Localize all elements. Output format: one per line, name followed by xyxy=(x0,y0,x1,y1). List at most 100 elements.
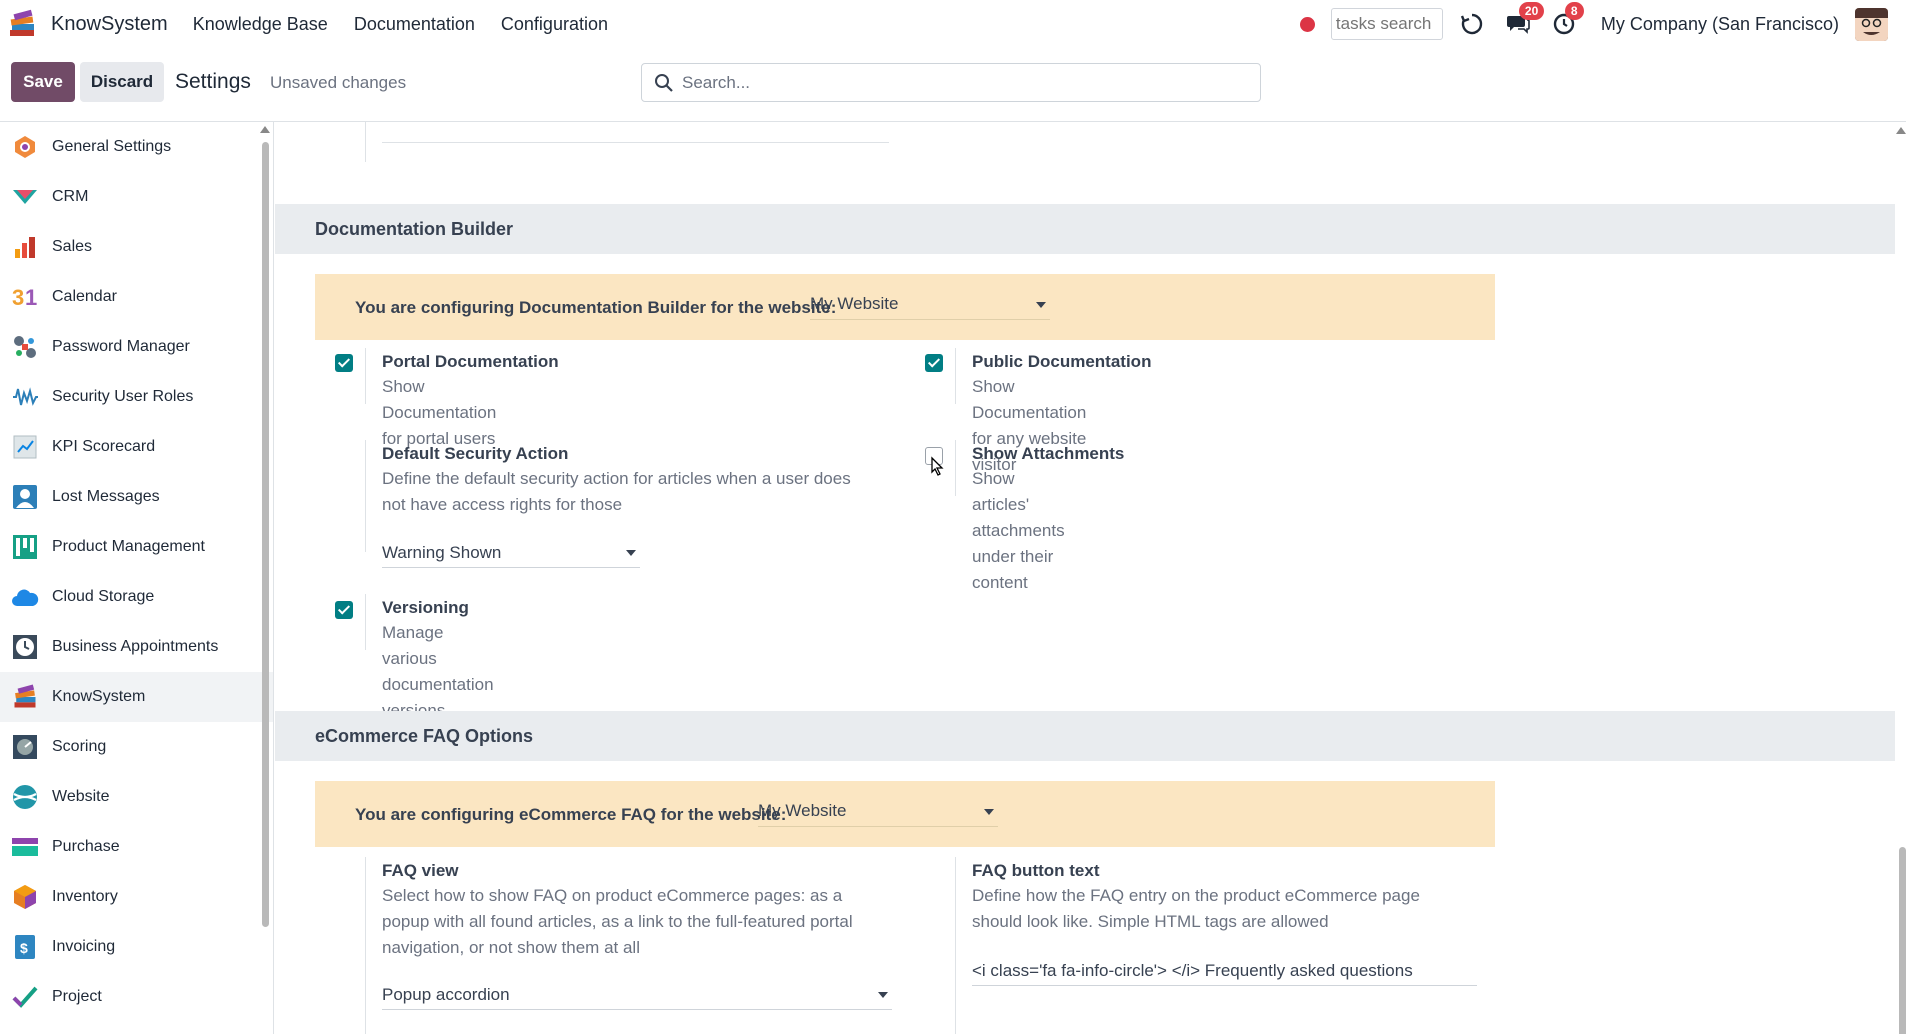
security-user-roles-icon xyxy=(11,383,39,411)
setting-description-line-1: Select how to show FAQ on product eComme… xyxy=(382,886,843,905)
sidebar-item-inventory[interactable]: Inventory xyxy=(0,872,273,922)
website-select[interactable]: My Website xyxy=(810,292,1050,320)
sidebar-item-business-appointments[interactable]: Business Appointments xyxy=(0,622,273,672)
discard-button[interactable]: Discard xyxy=(80,62,164,102)
sidebar-item-purchase[interactable]: Purchase xyxy=(0,822,273,872)
portal-documentation-checkbox[interactable] xyxy=(335,354,353,372)
navbar-systray: 20 8 My Company (San Francisco) xyxy=(1299,0,1906,48)
divider xyxy=(365,122,366,162)
setting-title: FAQ button text xyxy=(972,861,1100,880)
sidebar-item-product-management[interactable]: Product Management xyxy=(0,522,273,572)
divider xyxy=(365,440,366,552)
sidebar-item-label: Inventory xyxy=(52,888,118,905)
top-navbar: KnowSystem Knowledge Base Documentation … xyxy=(0,0,1906,48)
setting-description-line-2: not have access rights for those xyxy=(382,495,623,514)
messages-icon[interactable]: 20 xyxy=(1505,2,1545,37)
page-title: Settings xyxy=(175,70,251,93)
chevron-down-icon xyxy=(626,550,636,556)
setting-description: Manage various documentation versions xyxy=(382,623,494,720)
select-value: Warning Shown xyxy=(382,543,502,562)
setting-description-line-1: Define the default security action for a… xyxy=(382,469,851,488)
default-security-action-select[interactable]: Warning Shown xyxy=(382,540,640,568)
setting-title: Default Security Action xyxy=(382,444,569,463)
sidebar-item-calendar[interactable]: 31 Calendar xyxy=(0,272,273,322)
sidebar-item-label: CRM xyxy=(52,188,89,205)
sidebar-item-scoring[interactable]: Scoring xyxy=(0,722,273,772)
sidebar-item-sales[interactable]: Sales xyxy=(0,222,273,272)
sidebar-item-label: Business Appointments xyxy=(52,638,219,655)
alert-text: You are configuring eCommerce FAQ for th… xyxy=(355,805,787,824)
faq-view-select[interactable]: Popup accordion xyxy=(382,982,892,1010)
search-icon xyxy=(654,73,674,93)
refresh-icon[interactable] xyxy=(1459,11,1485,37)
sidebar-item-label: Product Management xyxy=(52,538,205,555)
control-panel: Save Discard Settings Unsaved changes xyxy=(0,48,1906,122)
sidebar-item-lost-messages[interactable]: Lost Messages xyxy=(0,472,273,522)
sidebar-scroll-up-arrow[interactable] xyxy=(260,126,270,133)
content-scrollbar[interactable] xyxy=(1899,847,1906,1034)
recording-indicator-icon[interactable] xyxy=(1299,16,1315,32)
sidebar-scrollbar[interactable] xyxy=(262,142,269,927)
sidebar-item-project[interactable]: Project xyxy=(0,972,273,1022)
sidebar-item-password-manager[interactable]: Password Manager xyxy=(0,322,273,372)
website-config-alert: You are configuring eCommerce FAQ for th… xyxy=(315,781,1495,847)
sidebar-item-label: Project xyxy=(52,988,102,1005)
sidebar-item-label: Invoicing xyxy=(52,938,116,955)
user-avatar[interactable] xyxy=(1855,7,1888,41)
website-select[interactable]: My Website xyxy=(758,799,998,827)
lost-messages-icon xyxy=(11,483,39,511)
sidebar-item-label: Purchase xyxy=(52,838,120,855)
app-name: KnowSystem xyxy=(51,12,168,35)
website-select-value: My Website xyxy=(758,801,847,820)
activities-badge: 8 xyxy=(1564,2,1584,20)
divider xyxy=(365,857,366,1034)
project-icon xyxy=(11,983,39,1011)
app-brand[interactable]: KnowSystem xyxy=(6,8,168,40)
settings-search-box[interactable] xyxy=(641,63,1261,102)
sidebar-item-cloud-storage[interactable]: Cloud Storage xyxy=(0,572,273,622)
knowsystem-icon xyxy=(11,683,39,711)
crm-icon xyxy=(11,183,39,211)
save-button[interactable]: Save xyxy=(11,62,75,102)
website-select-value: My Website xyxy=(810,294,899,313)
faq-button-text-input[interactable]: <i class='fa fa-info-circle'> </i> Frequ… xyxy=(972,958,1477,986)
setting-description-line-2: should look like. Simple HTML tags are a… xyxy=(972,912,1329,931)
main-menu: Knowledge Base Documentation Configurati… xyxy=(193,14,634,35)
sidebar-item-security-user-roles[interactable]: Security User Roles xyxy=(0,372,273,422)
menu-knowledge-base[interactable]: Knowledge Base xyxy=(193,14,328,35)
invoicing-icon: $ xyxy=(11,933,39,961)
product-management-icon xyxy=(11,533,39,561)
sidebar-item-label: Website xyxy=(52,788,110,805)
divider xyxy=(955,348,956,404)
activities-clock-icon[interactable]: 8 xyxy=(1551,2,1584,37)
sidebar-item-invoicing[interactable]: $ Invoicing xyxy=(0,922,273,972)
sidebar-item-crm[interactable]: CRM xyxy=(0,172,273,222)
sidebar-item-knowsystem[interactable]: KnowSystem xyxy=(0,672,273,722)
general-settings-icon xyxy=(11,133,39,161)
sidebar-item-label: KPI Scorecard xyxy=(52,438,156,455)
section-title: Documentation Builder xyxy=(315,219,514,239)
menu-documentation[interactable]: Documentation xyxy=(354,14,475,35)
messages-badge: 20 xyxy=(1518,2,1545,20)
public-documentation-checkbox[interactable] xyxy=(925,354,943,372)
settings-search-input[interactable] xyxy=(682,72,1242,93)
kpi-scorecard-icon xyxy=(11,433,39,461)
chevron-down-icon xyxy=(878,992,888,998)
calendar-icon: 31 xyxy=(11,283,39,311)
divider xyxy=(382,142,889,143)
inventory-icon xyxy=(11,883,39,911)
content-scroll-up-arrow[interactable] xyxy=(1896,127,1906,134)
setting-description: Show articles' attachments under their c… xyxy=(972,469,1065,592)
company-switcher[interactable]: My Company (San Francisco) xyxy=(1601,14,1839,35)
tasks-search-input[interactable] xyxy=(1330,8,1443,40)
sidebar-item-label: Sales xyxy=(52,238,93,255)
divider xyxy=(365,348,366,404)
svg-text:$: $ xyxy=(20,940,28,956)
menu-configuration[interactable]: Configuration xyxy=(501,14,608,35)
sidebar-item-general-settings[interactable]: General Settings xyxy=(0,122,273,172)
section-title: eCommerce FAQ Options xyxy=(315,726,534,746)
sidebar-item-website[interactable]: Website xyxy=(0,772,273,822)
sidebar-item-kpi-scorecard[interactable]: KPI Scorecard xyxy=(0,422,273,472)
versioning-checkbox[interactable] xyxy=(335,601,353,619)
chevron-down-icon xyxy=(1036,302,1046,308)
